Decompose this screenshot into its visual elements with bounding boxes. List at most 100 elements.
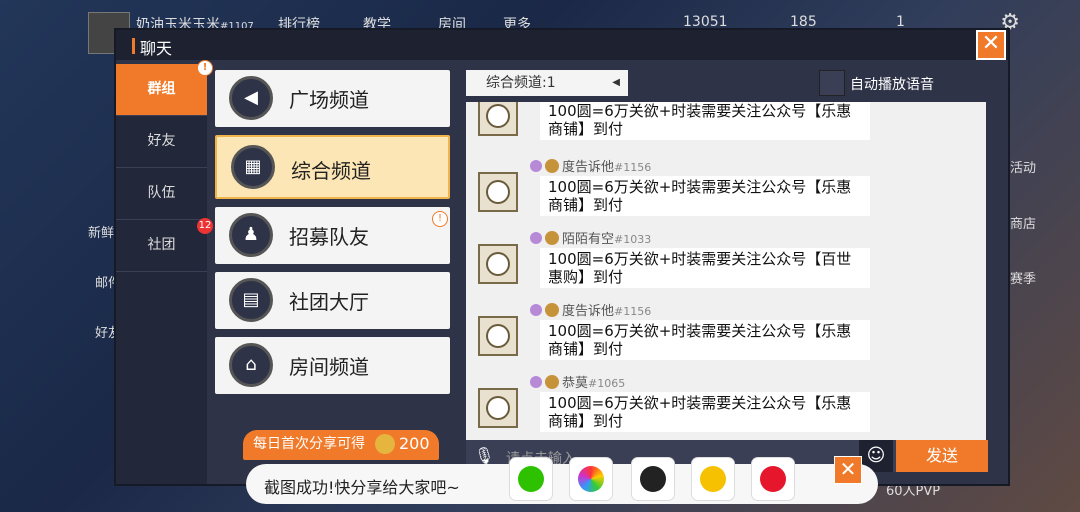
message-line: 100圆=6万关欲+时装需要关注公众号【乐惠 [548, 322, 852, 340]
message-line: 商铺】到付 [548, 196, 624, 214]
eye-icon [530, 376, 542, 388]
message-line: 商铺】到付 [548, 340, 624, 358]
sender-id: #1156 [614, 161, 652, 174]
avatar[interactable] [478, 316, 518, 356]
unread-badge: 12 [197, 218, 213, 234]
sender-name: 度告诉他 [562, 304, 615, 319]
nav-item-label: 队伍 [147, 185, 176, 201]
rank-icon [545, 159, 559, 173]
send-button[interactable]: 发送 [896, 440, 988, 472]
promo-amount: 200 [399, 434, 430, 453]
channel-selector[interactable]: 综合频道:1 ◀ [466, 70, 628, 96]
nav-item-team[interactable]: 队伍 [116, 168, 207, 220]
weibo-share-button[interactable] [752, 458, 794, 500]
share-reward-banner[interactable]: 每日首次分享可得 200 [243, 430, 439, 460]
wechat-share-button[interactable] [510, 458, 552, 500]
nav-item-friends[interactable]: 好友 [116, 116, 207, 168]
sender-id: #1156 [614, 305, 652, 318]
wechat-icon [518, 466, 544, 492]
close-button[interactable]: ✕ [976, 30, 1006, 60]
channel-label: 社团大厅 [289, 290, 369, 314]
channel-general[interactable]: ▦ 综合频道 [215, 135, 450, 199]
banner-icon: ▤ [229, 278, 273, 322]
chat-messages[interactable]: 100圆=6万关欲+时装需要关注公众号【乐惠 商铺】到付 度告诉他#1156 1… [466, 102, 986, 440]
chat-message: 度告诉他#1156 100圆=6万关欲+时装需要关注公众号【乐惠 商铺】到付 [466, 152, 986, 224]
emoji-icon: ☺ [866, 445, 886, 466]
channel-label: 广场频道 [289, 88, 369, 112]
rank-icon [545, 303, 559, 317]
nav-item-club[interactable]: 社团 12 [116, 218, 213, 272]
avatar[interactable] [478, 388, 518, 428]
promo-text: 每日首次分享可得 [253, 436, 365, 452]
toast-text: 截图成功!快分享给大家吧~ [264, 478, 460, 497]
side-label-new[interactable]: 新鲜 [88, 222, 114, 241]
users-icon: ♟ [229, 213, 273, 257]
eye-icon [530, 304, 542, 316]
avatar[interactable] [478, 102, 518, 136]
home-icon: ⌂ [229, 343, 273, 387]
message-sender: 度告诉他#1156 [530, 300, 651, 319]
message-line: 100圆=6万关欲+时装需要关注公众号【乐惠 [548, 102, 852, 120]
chat-message: 100圆=6万关欲+时装需要关注公众号【乐惠 商铺】到付 [466, 102, 986, 156]
auto-play-checkbox[interactable] [819, 70, 845, 96]
chat-message: 恭莫#1065 100圆=6万关欲+时装需要关注公众号【乐惠 商铺】到付 [466, 368, 986, 440]
caret-left-icon: ◀ [612, 77, 620, 88]
avatar[interactable] [478, 172, 518, 212]
qq-icon [640, 466, 666, 492]
channel-recruit[interactable]: ♟ 招募队友 ! [215, 207, 450, 264]
channel-room[interactable]: ⌂ 房间频道 [215, 337, 450, 394]
alert-icon: ! [197, 60, 213, 76]
nav-item-group[interactable]: 群组 ! [116, 60, 213, 116]
side-label-shop[interactable]: 商店 [1010, 213, 1036, 232]
message-line: 商铺】到付 [548, 412, 624, 430]
coin-count: 13051 [683, 14, 728, 30]
sender-name: 恭莫 [562, 376, 589, 391]
coin-icon [375, 434, 395, 454]
message-line: 100圆=6万关欲+时装需要关注公众号【百世 [548, 250, 852, 268]
message-bubble: 100圆=6万关欲+时装需要关注公众号【乐惠 商铺】到付 [540, 320, 870, 360]
channel-list: ◀ 广场频道 ▦ 综合频道 ♟ 招募队友 ! ▤ 社团大厅 ⌂ 房间频道 [215, 70, 450, 402]
close-icon: ✕ [839, 457, 857, 481]
message-bubble: 100圆=6万关欲+时装需要关注公众号【乐惠 商铺】到付 [540, 102, 870, 140]
message-line: 商铺】到付 [548, 120, 624, 138]
gem-count: 185 [790, 14, 817, 30]
side-label-season[interactable]: 赛季 [1010, 268, 1036, 287]
sender-id: #1033 [614, 233, 652, 246]
photos-share-button[interactable] [570, 458, 612, 500]
chat-message: 陌陌有空#1033 100圆=6万关欲+时装需要关注公众号【百世 惠购】到付 [466, 224, 986, 296]
microphone-icon[interactable]: 🎙 [474, 446, 494, 465]
screenshot-toast: 截图成功!快分享给大家吧~ [246, 458, 878, 504]
side-label-event[interactable]: 活动 [1010, 157, 1036, 176]
rank-icon [545, 231, 559, 245]
channel-plaza[interactable]: ◀ 广场频道 [215, 70, 450, 127]
eye-icon [530, 232, 542, 244]
nav-item-label: 群组 [147, 81, 176, 97]
close-icon: ✕ [981, 31, 1001, 56]
selector-label: 综合频道:1 [486, 75, 556, 91]
dialog-header: 聊天 ✕ [116, 30, 1008, 60]
toast-close-button[interactable]: ✕ [834, 456, 862, 484]
message-bubble: 100圆=6万关欲+时装需要关注公众号【乐惠 商铺】到付 [540, 392, 870, 432]
eye-icon [530, 160, 542, 172]
message-sender: 恭莫#1065 [530, 372, 625, 391]
sender-name: 度告诉他 [562, 160, 615, 175]
channel-label: 综合频道 [291, 159, 371, 183]
chat-message: 度告诉他#1156 100圆=6万关欲+时装需要关注公众号【乐惠 商铺】到付 [466, 296, 986, 368]
message-line: 100圆=6万关欲+时装需要关注公众号【乐惠 [548, 394, 852, 412]
rank-icon [545, 375, 559, 389]
chat-nav: 群组 ! 好友 队伍 社团 12 [116, 60, 213, 484]
qq-share-button[interactable] [632, 458, 674, 500]
nav-item-label: 社团 [147, 237, 176, 253]
avatar[interactable] [478, 244, 518, 284]
dialog-title: 聊天 [131, 35, 172, 59]
auto-play-label: 自动播放语音 [850, 77, 934, 93]
channel-label: 房间频道 [289, 355, 369, 379]
channel-club-hall[interactable]: ▤ 社团大厅 [215, 272, 450, 329]
nav-item-label: 好友 [147, 133, 176, 149]
message-sender: 陌陌有空#1033 [530, 228, 651, 247]
qzone-share-button[interactable] [692, 458, 734, 500]
message-line: 惠购】到付 [548, 268, 624, 286]
sender-id: #1065 [588, 377, 626, 390]
message-sender: 度告诉他#1156 [530, 156, 651, 175]
speaker-icon: ◀ [229, 76, 273, 120]
